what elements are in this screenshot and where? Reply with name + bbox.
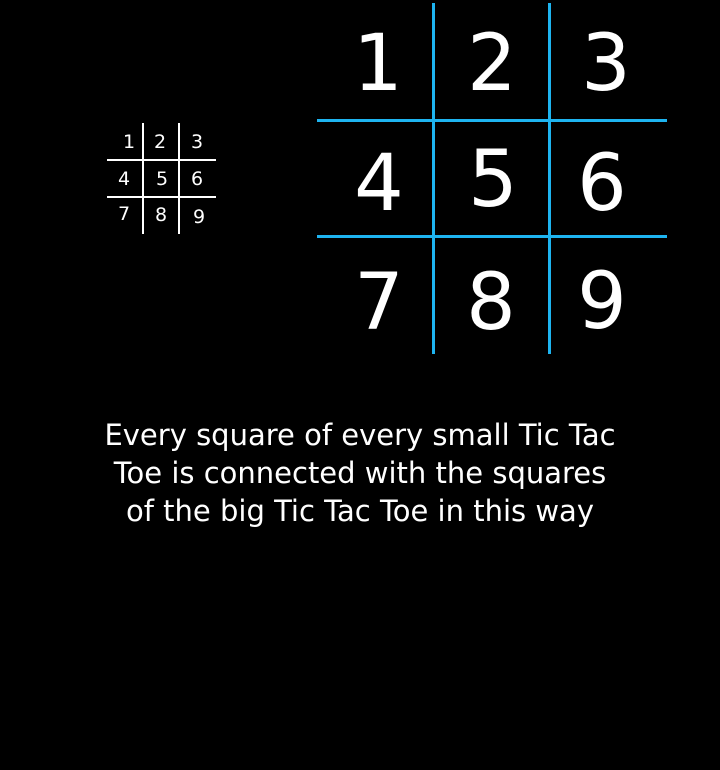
small-grid-horizontal-line-1 (107, 159, 216, 161)
small-tic-tac-toe-board: 1 2 3 4 5 6 7 8 9 (107, 123, 216, 234)
big-grid-vertical-line-2 (548, 3, 551, 354)
small-cell-5: 5 (155, 167, 169, 190)
big-tic-tac-toe-board: 1 2 3 4 5 6 7 8 9 (317, 3, 667, 354)
small-cell-6: 6 (190, 167, 204, 190)
big-grid-vertical-line-1 (432, 3, 435, 354)
big-cell-2: 2 (467, 19, 517, 109)
small-cell-3: 3 (190, 130, 204, 153)
big-grid-horizontal-line-2 (317, 235, 667, 238)
small-cell-1: 1 (122, 130, 136, 153)
big-cell-9: 9 (577, 257, 627, 347)
small-grid-vertical-line-2 (178, 123, 180, 234)
big-cell-1: 1 (353, 19, 403, 109)
small-cell-2: 2 (153, 130, 167, 153)
big-cell-3: 3 (581, 19, 631, 109)
big-cell-5: 5 (468, 135, 518, 225)
small-cell-8: 8 (154, 203, 168, 226)
small-cell-9: 9 (192, 205, 206, 228)
small-cell-4: 4 (117, 167, 131, 190)
big-cell-4: 4 (354, 139, 404, 229)
big-cell-7: 7 (354, 258, 404, 348)
big-grid-horizontal-line-1 (317, 119, 667, 122)
small-cell-7: 7 (117, 202, 131, 225)
big-cell-8: 8 (466, 258, 516, 348)
big-cell-6: 6 (577, 139, 627, 229)
explanation-caption: Every square of every small Tic Tac Toe … (104, 418, 616, 528)
